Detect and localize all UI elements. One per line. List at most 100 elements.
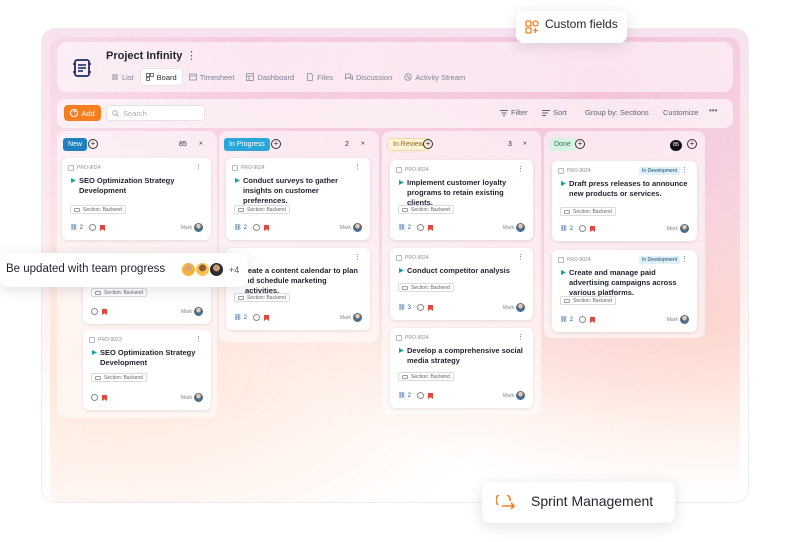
task-checkbox[interactable] — [558, 168, 564, 174]
subtask-count: ⛓ 2 — [398, 392, 411, 400]
task-card[interactable]: PRO-9024 ⋮ SEO Optimization Strategy Dev… — [62, 158, 211, 240]
tab-timesheet[interactable]: Timesheet — [184, 69, 240, 85]
task-card[interactable]: PRO-9024 In Development ⋮ Draft press re… — [552, 161, 697, 241]
task-checkbox[interactable] — [68, 165, 74, 171]
section-icon — [564, 210, 570, 214]
assignee-avatar[interactable] — [680, 315, 689, 324]
assignee-avatar[interactable] — [516, 391, 525, 400]
due-date-icon[interactable] — [417, 392, 424, 399]
task-card[interactable]: PRO-9023 ⋮ SEO Optimization Strategy Dev… — [83, 330, 211, 410]
group-by-button[interactable]: Group by: Sections — [585, 108, 649, 117]
priority-flag-icon[interactable] — [264, 315, 269, 321]
due-date-icon[interactable] — [91, 308, 98, 315]
section-tag-text: Section: Backend — [104, 289, 143, 296]
card-menu-icon[interactable]: ⋮ — [195, 335, 202, 343]
assignee-avatar[interactable] — [194, 393, 203, 402]
column-count: 85 — [179, 141, 187, 148]
search-input[interactable] — [123, 108, 201, 118]
add-task-icon[interactable]: + — [423, 139, 433, 149]
task-checkbox[interactable] — [396, 255, 402, 261]
priority-flag-icon[interactable] — [428, 393, 433, 399]
task-title: Implement customer loyalty programs to r… — [398, 178, 525, 208]
task-card[interactable]: PRO-9024 In Development ⋮ Create and man… — [552, 250, 697, 332]
collapse-column-icon[interactable]: ›‹ — [523, 140, 527, 147]
project-menu-icon[interactable]: ⋮ — [186, 49, 197, 62]
tab-discussion[interactable]: Discussion — [340, 69, 397, 85]
tab-label: Dashboard — [257, 72, 295, 82]
section-icon — [564, 299, 570, 303]
priority-flag-icon[interactable] — [264, 225, 269, 231]
priority-flag-icon[interactable] — [590, 317, 595, 323]
team-progress-callout: Be updated with team progress +4 — [0, 253, 248, 287]
card-menu-icon[interactable]: ⋮ — [517, 333, 524, 341]
due-date-icon[interactable] — [579, 316, 586, 323]
sort-button[interactable]: Sort — [542, 108, 567, 117]
tab-list[interactable]: List — [106, 69, 139, 85]
filter-button[interactable]: Filter — [500, 108, 528, 117]
task-checkbox[interactable] — [396, 167, 402, 173]
column-count: 3 — [508, 141, 512, 148]
due-date-icon[interactable] — [91, 394, 98, 401]
task-title-text: Conduct competitor analysis — [407, 266, 510, 275]
card-menu-icon[interactable]: ⋮ — [681, 166, 688, 174]
add-task-icon[interactable]: + — [575, 139, 585, 149]
priority-flag-icon[interactable] — [100, 225, 105, 231]
due-date-icon[interactable] — [417, 224, 424, 231]
tab-board[interactable]: Board — [140, 69, 182, 85]
tab-activity-stream[interactable]: Activity Stream — [399, 69, 470, 85]
subtask-icon: ⛓ — [560, 317, 568, 323]
assignee-avatar[interactable] — [194, 223, 203, 232]
task-title: Conduct surveys to gather insights on cu… — [234, 176, 362, 206]
card-menu-icon[interactable]: ⋮ — [195, 163, 202, 171]
card-menu-icon[interactable]: ⋮ — [517, 253, 524, 261]
collapse-column-icon[interactable]: ›‹ — [361, 140, 365, 147]
priority-flag-icon[interactable] — [102, 395, 107, 401]
priority-flag-icon[interactable] — [428, 305, 433, 311]
due-date-icon[interactable] — [579, 225, 586, 232]
task-checkbox[interactable] — [89, 337, 95, 343]
assignee-avatar[interactable] — [680, 224, 689, 233]
task-card[interactable]: PRO-9024 ⋮ Conduct competitor analysis S… — [390, 248, 533, 320]
more-options-icon[interactable]: ••• — [709, 106, 717, 115]
priority-flag-icon[interactable] — [590, 226, 595, 232]
due-date-icon[interactable] — [253, 224, 260, 231]
task-checkbox[interactable] — [558, 257, 564, 263]
card-menu-icon[interactable]: ⋮ — [354, 163, 361, 171]
task-card[interactable]: PRO-9024 ⋮ Develop a comprehensive socia… — [390, 328, 533, 408]
due-date-icon[interactable] — [89, 224, 96, 231]
collapse-column-icon[interactable]: ›‹ — [199, 140, 203, 147]
assignee-avatar[interactable] — [353, 223, 362, 232]
add-task-icon[interactable]: + — [271, 139, 281, 149]
task-title-text: Implement customer loyalty programs to r… — [407, 178, 507, 207]
add-task-icon[interactable]: + — [88, 139, 98, 149]
section-tag: Section: Backend — [91, 373, 147, 382]
task-type-icon — [399, 268, 404, 273]
task-id: PRO-9024 — [241, 165, 265, 171]
tab-files[interactable]: Files — [301, 69, 338, 85]
card-menu-icon[interactable]: ⋮ — [354, 253, 361, 261]
card-menu-icon[interactable]: ⋮ — [681, 255, 688, 263]
card-menu-icon[interactable]: ⋮ — [517, 165, 524, 173]
assignee-name: Mark — [339, 225, 351, 231]
assignee-avatar[interactable] — [516, 223, 525, 232]
task-checkbox[interactable] — [396, 335, 402, 341]
project-logo-icon — [67, 53, 97, 83]
section-tag-text: Section: Backend — [83, 206, 122, 213]
status-badge: In Development — [638, 167, 680, 175]
tab-dashboard[interactable]: Dashboard — [241, 69, 299, 85]
priority-flag-icon[interactable] — [428, 225, 433, 231]
customize-button[interactable]: Customize — [663, 108, 698, 117]
add-button[interactable]: + Add — [64, 105, 101, 121]
due-date-icon[interactable] — [253, 314, 260, 321]
sort-label: Sort — [553, 108, 567, 117]
add-task-icon[interactable]: + — [687, 139, 697, 149]
task-card[interactable]: PRO-9024 ⋮ Conduct surveys to gather ins… — [226, 158, 370, 240]
assignee-avatar[interactable] — [194, 307, 203, 316]
task-card[interactable]: PRO-9024 ⋮ Implement customer loyalty pr… — [390, 160, 533, 240]
assignee-avatar[interactable] — [516, 303, 525, 312]
task-checkbox[interactable] — [232, 165, 238, 171]
task-id: PRO-9024 — [567, 168, 591, 174]
priority-flag-icon[interactable] — [102, 309, 107, 315]
due-date-icon[interactable] — [417, 304, 424, 311]
assignee-avatar[interactable] — [353, 313, 362, 322]
